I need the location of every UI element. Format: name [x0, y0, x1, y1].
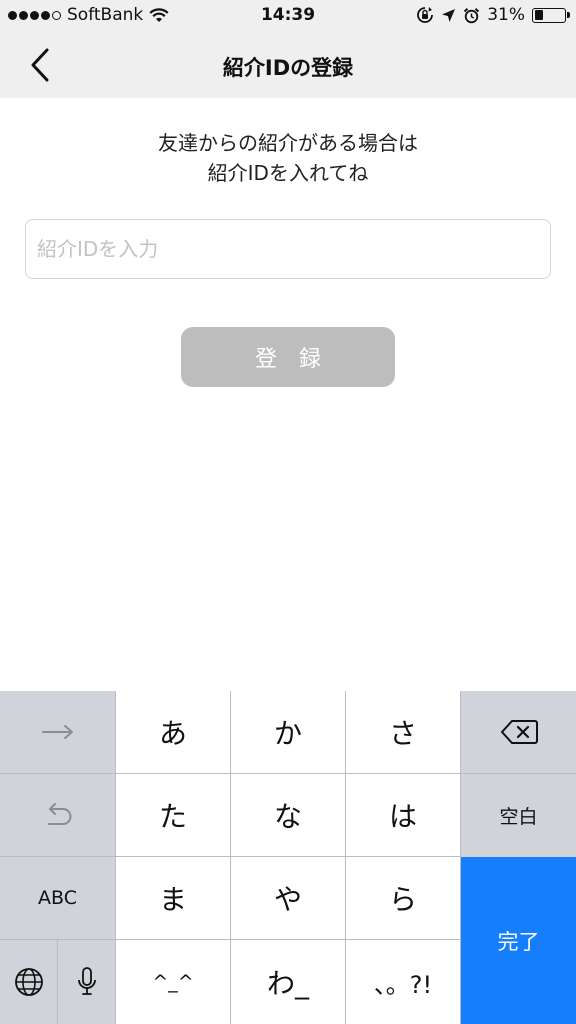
key-ya[interactable]: や	[231, 857, 345, 939]
key-emoticon-label: ^_^	[152, 971, 194, 993]
key-a[interactable]: あ	[116, 691, 230, 773]
done-key-label: 完了	[497, 929, 540, 954]
done-key[interactable]: 完了	[461, 857, 576, 1024]
microphone-icon	[77, 967, 96, 995]
key-na[interactable]: な	[231, 774, 345, 856]
backspace-icon	[500, 720, 538, 744]
key-ma[interactable]: ま	[116, 857, 230, 939]
key-wa-label: わ_	[266, 967, 309, 1000]
status-right: 31%	[416, 5, 570, 25]
undo-key[interactable]	[0, 774, 115, 856]
battery-percent: 31%	[487, 5, 525, 25]
page-title: 紹介IDの登録	[222, 56, 354, 80]
battery-icon	[532, 7, 570, 23]
key-ya-label: や	[273, 883, 302, 916]
key-ra[interactable]: ら	[346, 857, 460, 939]
key-ta-label: た	[158, 800, 187, 833]
key-ta[interactable]: た	[116, 774, 230, 856]
intro-line-1: 友達からの紹介がある場合は	[158, 131, 418, 155]
referral-id-field	[25, 219, 551, 279]
intro-text: 友達からの紹介がある場合は 紹介IDを入れてね	[0, 128, 576, 188]
location-arrow-icon	[442, 8, 456, 22]
abc-mode-key-label: ABC	[38, 887, 77, 909]
battery-fill	[534, 10, 544, 20]
navigation-bar: 紹介IDの登録	[0, 32, 576, 98]
key-emoticon[interactable]: ^_^	[116, 940, 230, 1024]
key-punctuation[interactable]: 、。?!	[346, 940, 460, 1024]
globe-key[interactable]	[0, 940, 57, 1024]
space-key-label: 空白	[499, 805, 538, 828]
dictation-key[interactable]	[58, 940, 115, 1024]
intro-line-2: 紹介IDを入れてね	[207, 161, 369, 185]
register-button-label: 登録	[254, 347, 343, 372]
key-na-label: な	[273, 800, 302, 833]
japanese-kana-keyboard: あ か さ た な は 空白 ABC ま や ら ^_^ わ_ 、。?! 完了	[0, 691, 576, 1024]
key-ha-label: は	[388, 800, 417, 833]
key-punctuation-label: 、。?!	[373, 970, 433, 999]
referral-id-input[interactable]	[26, 220, 550, 278]
key-ha[interactable]: は	[346, 774, 460, 856]
abc-mode-key[interactable]: ABC	[0, 857, 115, 939]
key-wa[interactable]: わ_	[231, 940, 345, 1024]
status-bar: SoftBank 14:39 31%	[0, 0, 576, 32]
rotation-lock-icon	[417, 7, 434, 23]
key-ka-label: か	[273, 717, 302, 750]
next-candidate-key[interactable]	[0, 691, 115, 773]
key-ma-label: ま	[158, 883, 187, 916]
key-sa[interactable]: さ	[346, 691, 460, 773]
undo-icon	[47, 803, 71, 825]
alarm-icon	[464, 7, 480, 23]
key-a-label: あ	[158, 717, 187, 750]
space-key[interactable]: 空白	[461, 774, 576, 856]
register-button[interactable]: 登録	[181, 327, 395, 387]
globe-icon	[14, 968, 43, 996]
key-sa-label: さ	[388, 717, 417, 750]
key-ra-label: ら	[388, 883, 417, 916]
key-ka[interactable]: か	[231, 691, 345, 773]
backspace-key[interactable]	[461, 691, 576, 773]
arrow-right-icon	[41, 725, 73, 739]
